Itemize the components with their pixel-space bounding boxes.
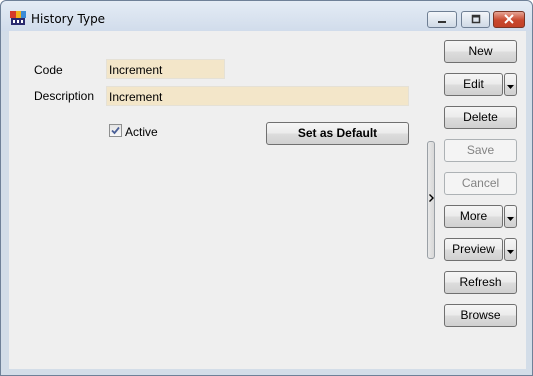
browse-button[interactable]: Browse [444,304,517,327]
active-checkbox[interactable] [109,124,122,137]
minimize-button[interactable] [427,11,457,28]
app-logo-icon [10,10,26,26]
chevron-down-icon [507,210,514,224]
more-dropdown-button[interactable] [504,205,517,228]
code-label: Code [34,63,63,77]
preview-button[interactable]: Preview [444,238,503,261]
maximize-icon [470,13,482,27]
maximize-button[interactable] [461,11,490,28]
chevron-down-icon [507,78,514,92]
panel-splitter[interactable] [427,141,435,259]
close-button[interactable] [493,11,525,28]
form-panel: Code Increment Description Increment Act… [9,31,526,369]
description-label: Description [34,89,95,103]
new-button[interactable]: New [444,40,517,63]
history-type-window: History Type Code Increment Description … [0,0,533,376]
delete-button[interactable]: Delete [444,106,517,129]
save-button[interactable]: Save [444,139,517,162]
set-as-default-button[interactable]: Set as Default [266,122,409,145]
window-title: History Type [31,12,106,26]
edit-dropdown-button[interactable] [504,73,517,96]
chevron-right-icon [429,194,434,204]
close-icon [503,13,515,27]
edit-button[interactable]: Edit [444,73,503,96]
active-label: Active [125,125,158,139]
preview-dropdown-button[interactable] [504,238,517,261]
chevron-down-icon [507,243,514,257]
refresh-button[interactable]: Refresh [444,271,517,294]
cancel-button[interactable]: Cancel [444,172,517,195]
title-bar[interactable]: History Type [1,1,532,31]
more-button[interactable]: More [444,205,503,228]
code-field[interactable]: Increment [106,59,225,79]
minimize-icon [437,13,447,27]
description-field[interactable]: Increment [106,86,409,106]
